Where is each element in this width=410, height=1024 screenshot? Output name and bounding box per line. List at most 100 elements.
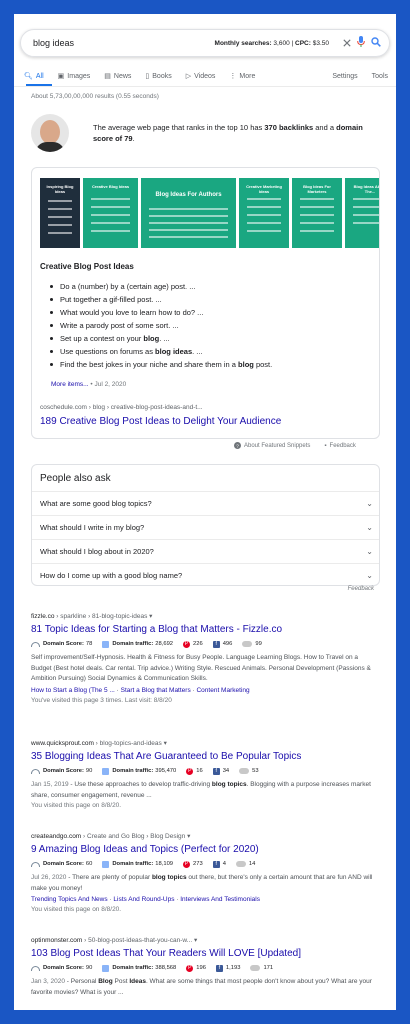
- thumbnail-title: Blog Ideas For Authors: [155, 192, 222, 198]
- more-items-line: More items... • Jul 2, 2020: [51, 381, 126, 388]
- sitelink[interactable]: Content Marketing: [196, 687, 249, 694]
- desc-text: - Personal: [64, 978, 99, 985]
- monthly-searches-label: Monthly searches:: [214, 39, 272, 47]
- tab-all-label: All: [35, 72, 44, 80]
- result-title-link[interactable]: 103 Blog Post Ideas That Your Readers Wi…: [31, 948, 381, 959]
- snippet-thumbnail[interactable]: Inspiring Blog Ideas: [40, 178, 80, 248]
- result-title-link[interactable]: 9 Amazing Blog Ideas and Topics (Perfect…: [31, 844, 381, 855]
- tab-more[interactable]: ⋮ More: [229, 72, 255, 81]
- cpc-label: CPC:: [295, 39, 311, 47]
- domain-traffic: 395,470: [155, 768, 177, 774]
- search-query[interactable]: blog ideas: [33, 38, 74, 48]
- result-title-link[interactable]: 81 Topic Ideas for Starting a Blog that …: [31, 624, 381, 635]
- pinterest-icon: P: [183, 640, 191, 648]
- seo-banner: The average web page that ranks in the t…: [31, 109, 387, 157]
- featured-snippet: Inspiring Blog Ideas Creative Blog Ideas…: [31, 167, 380, 439]
- snippet-url[interactable]: coschedule.com › blog › creative-blog-po…: [40, 404, 203, 411]
- paa-question-text: How do I come up with a good blog name?: [40, 571, 183, 580]
- about-featured-snippets-link[interactable]: About Featured Snippets: [244, 443, 310, 449]
- paa-question-text: What should I blog about in 2020?: [40, 547, 154, 556]
- result-url[interactable]: fizzle.co › sparkline › 81-blog-topic-id…: [31, 612, 381, 620]
- cloud-icon: [235, 861, 246, 867]
- paa-question[interactable]: What should I blog about in 2020? ⌄: [32, 539, 379, 563]
- search-results-page: blog ideas Monthly searches: 3,600 | CPC…: [14, 14, 396, 1010]
- banner-text: The average web page that ranks in the t…: [93, 122, 363, 144]
- sitelink[interactable]: How to Start a Blog (The 5 ...: [31, 687, 115, 694]
- video-icon: ▷: [185, 73, 192, 80]
- result-date: Jan 15, 2019: [31, 781, 69, 788]
- tab-books[interactable]: ▯ Books: [145, 72, 171, 81]
- microphone-icon[interactable]: [357, 34, 365, 52]
- search-icon[interactable]: [371, 34, 381, 52]
- results-count: About 5,73,00,00,000 results (0.55 secon…: [31, 93, 159, 100]
- domain-traffic: 18,109: [155, 861, 174, 867]
- snippet-thumbnail[interactable]: Blog Ideas For Marketers: [292, 178, 342, 248]
- snippet-thumbnail[interactable]: Blog Ideas About The...: [345, 178, 379, 248]
- domain-traffic-label: Domain traffic:: [112, 641, 154, 647]
- traffic-icon: [102, 964, 110, 972]
- dropdown-arrow-icon[interactable]: ▾: [149, 613, 152, 620]
- result-breadcrumb: › 50-blog-post-ideas-that-you-can-w...: [82, 937, 193, 944]
- tab-videos[interactable]: ▷ Videos: [185, 72, 216, 81]
- desc-bold: Ideas: [129, 978, 146, 985]
- snippet-image-carousel: Inspiring Blog Ideas Creative Blog Ideas…: [40, 178, 379, 248]
- snippet-heading: Creative Blog Post Ideas: [40, 262, 134, 271]
- paa-question[interactable]: What should I write in my blog? ⌄: [32, 515, 379, 539]
- result-url[interactable]: createandgo.com › Create and Go Blog › B…: [31, 832, 381, 840]
- result-description: Jan 3, 2020 - Personal Blog Post Ideas. …: [31, 977, 376, 998]
- snippet-thumbnail[interactable]: Blog Ideas For Authors: [141, 178, 236, 248]
- paa-question[interactable]: What are some good blog topics? ⌄: [32, 491, 379, 515]
- facebook-count: 1,193: [225, 965, 241, 971]
- dropdown-arrow-icon[interactable]: ▾: [194, 937, 197, 944]
- paa-heading: People also ask: [40, 473, 111, 484]
- svg-text:?: ?: [236, 444, 239, 449]
- facebook-count: 4: [222, 861, 226, 867]
- search-bar[interactable]: blog ideas Monthly searches: 3,600 | CPC…: [20, 29, 390, 57]
- gauge-icon: [31, 861, 40, 867]
- snippet-title-link[interactable]: 189 Creative Blog Post Ideas to Delight …: [40, 416, 281, 427]
- sitelink[interactable]: Trending Topics And News: [31, 896, 108, 903]
- snippet-date: • Jul 2, 2020: [88, 381, 127, 388]
- snippet-thumbnail[interactable]: Creative Marketing Ideas: [239, 178, 289, 248]
- gauge-icon: [31, 768, 40, 774]
- sitelink[interactable]: Interviews And Testimonials: [180, 896, 260, 903]
- paa-question[interactable]: How do I come up with a good blog name? ⌄: [32, 563, 379, 585]
- people-also-ask: People also ask What are some good blog …: [31, 464, 380, 586]
- list-item: Find the best jokes in your niche and sh…: [50, 358, 370, 371]
- list-item-text: Write a parody post of some sort. ...: [60, 321, 179, 330]
- tab-all[interactable]: 🔍︎ All: [24, 72, 44, 81]
- facebook-count: 34: [222, 768, 230, 774]
- snippet-thumbnail[interactable]: Creative Blog Ideas: [83, 178, 138, 248]
- snippet-feedback-link[interactable]: Feedback: [330, 443, 356, 449]
- settings-link[interactable]: Settings: [332, 73, 357, 80]
- domain-score-label: Domain Score:: [43, 641, 84, 647]
- result-description: Self improvement/Self-Hypnosis. Health &…: [31, 654, 371, 682]
- result-url[interactable]: optinmonster.com › 50-blog-post-ideas-th…: [31, 936, 381, 944]
- thumbnail-title: Creative Marketing Ideas: [246, 184, 282, 194]
- paa-feedback-link[interactable]: Feedback: [348, 586, 374, 592]
- pinterest-icon: P: [186, 964, 194, 972]
- search-tabs: 🔍︎ All ▣ Images ▤ News ▯ Books ▷ Videos ⋮ More…: [24, 68, 388, 84]
- search-icon: 🔍︎: [24, 73, 33, 80]
- feedback-icon: ▪: [324, 442, 327, 449]
- list-item: Write a parody post of some sort. ...: [50, 319, 370, 332]
- book-icon: ▯: [145, 73, 150, 80]
- clear-icon[interactable]: [343, 34, 351, 52]
- snippet-list: Do a (number) by a (certain age) post. .…: [50, 280, 370, 371]
- sitelink[interactable]: Start a Blog that Matters: [121, 687, 191, 694]
- more-items-link[interactable]: More items...: [51, 381, 89, 388]
- list-item: What would you love to learn how to do? …: [50, 306, 370, 319]
- tab-images[interactable]: ▣ Images: [57, 72, 91, 81]
- dropdown-arrow-icon[interactable]: ▾: [187, 833, 190, 840]
- tools-link[interactable]: Tools: [372, 73, 388, 80]
- result-date: Jul 26, 2020: [31, 874, 67, 881]
- tab-images-label: Images: [67, 72, 91, 80]
- share-count: 99: [255, 641, 262, 647]
- domain-traffic: 388,568: [155, 965, 177, 971]
- result-url[interactable]: www.quicksprout.com › blog-topics-and-id…: [31, 739, 381, 747]
- image-icon: ▣: [57, 73, 65, 80]
- dropdown-arrow-icon[interactable]: ▾: [164, 740, 167, 747]
- sitelink[interactable]: Lists And Round-Ups: [113, 896, 174, 903]
- tab-news[interactable]: ▤ News: [104, 72, 131, 81]
- result-title-link[interactable]: 35 Blogging Ideas That Are Guaranteed to…: [31, 751, 381, 762]
